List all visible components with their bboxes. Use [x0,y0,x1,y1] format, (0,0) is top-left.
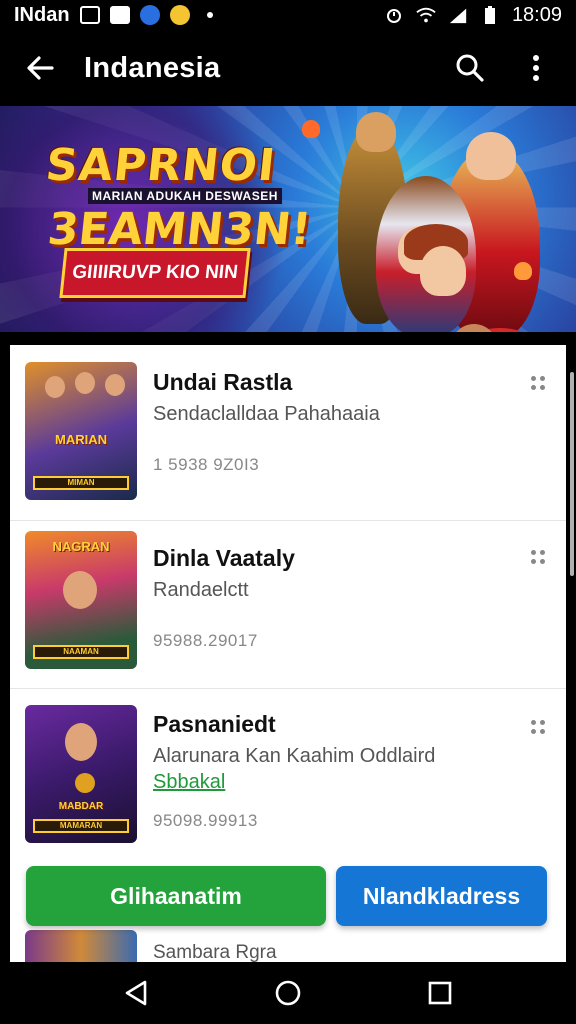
app-number: 95988.29017 [153,631,258,650]
more-vert-icon [533,55,539,81]
banner-ribbon: GIIIIRUVP KIO NIN [59,248,251,298]
app-number: 1 5938 9Z0I3 [153,455,260,474]
app-thumbnail [25,930,137,962]
app-name: Pasnaniedt [153,711,276,737]
scrollbar[interactable] [570,372,574,576]
app-name: Undai Rastla [153,369,293,395]
clock: 18:09 [511,3,562,26]
nav-back-button[interactable] [111,968,161,1018]
arrow-left-icon [27,56,54,80]
thumb-caption: MAMARAN [33,819,129,833]
home-circle-icon [275,980,301,1006]
app-bar: Indanesia [0,30,576,106]
banner-ribbon-label: GIIIIRUVP KIO NIN [71,262,239,283]
banner-subtitle: MARIAN ADUKAH DESWASEH [88,188,282,204]
app-thumbnail: MABDAR MAMARAN [25,705,137,843]
back-button[interactable] [20,48,60,88]
thumb-logo: NAGRAN [52,539,110,554]
dot-icon [200,5,220,25]
app-subtitle: Alarunara Kan Kaahim Oddlaird [153,745,436,767]
status-bar: INdan 18:09 [0,0,576,30]
list-item[interactable]: NAGRAN NAAMAN Dinla Vaataly Randaelctt 9… [10,513,566,689]
wifi-icon [416,5,436,25]
image-icon [79,5,100,25]
thumb-caption: NAAMAN [33,645,129,659]
primary-button-label: Glihaanatim [110,882,242,909]
secondary-button[interactable]: Nlandkladress [336,866,547,926]
banner-title: SAPRNOI [43,140,279,191]
shield-icon [139,5,160,25]
drag-handle-icon[interactable] [528,547,548,567]
page-title: Indanesia [84,51,221,84]
alarm-icon [384,5,404,25]
battery-icon [480,5,500,25]
app-tag-link[interactable]: Sbbakal [153,771,225,794]
promo-banner[interactable]: SAPRNOI MARIAN ADUKAH DESWASEH 3EAMN3N! … [0,106,576,332]
nav-recents-button[interactable] [415,968,465,1018]
app-thumbnail: NAGRAN NAAMAN [25,531,137,669]
app-name: Dinla Vaataly [153,545,295,571]
drag-handle-icon[interactable] [528,373,548,393]
primary-button[interactable]: Glihaanatim [26,866,326,926]
signal-icon [448,5,468,25]
system-nav-bar [0,962,576,1024]
back-triangle-icon [125,980,147,1006]
thumb-caption: MIMAN [33,476,129,490]
thumb-logo: MABDAR [58,801,104,812]
list-item[interactable]: MABDAR MAMARAN Pasnaniedt Alarunara Kan … [10,689,566,865]
more-options-button[interactable] [516,48,556,88]
list-item[interactable]: MARIAN MIMAN Undai Rastla Sendaclalldaa … [10,345,566,521]
carrier-label: INdan [14,3,70,26]
secondary-button-label: Nlandkladress [362,882,521,909]
search-button[interactable] [450,48,490,88]
app-name: Sambara Rgra [153,942,277,963]
recents-square-icon [428,981,452,1005]
app-subtitle: Sendaclalldaa Pahahaaia [153,403,380,425]
app-number: 95098.99913 [153,811,258,830]
app-thumbnail: MARIAN MIMAN [25,362,137,500]
app-subtitle: Randaelctt [153,579,249,601]
photo-icon [109,5,130,25]
search-icon [456,54,484,82]
thumb-logo: MARIAN [55,432,107,447]
emoji-icon [169,5,190,25]
drag-handle-icon[interactable] [528,717,548,737]
nav-home-button[interactable] [263,968,313,1018]
